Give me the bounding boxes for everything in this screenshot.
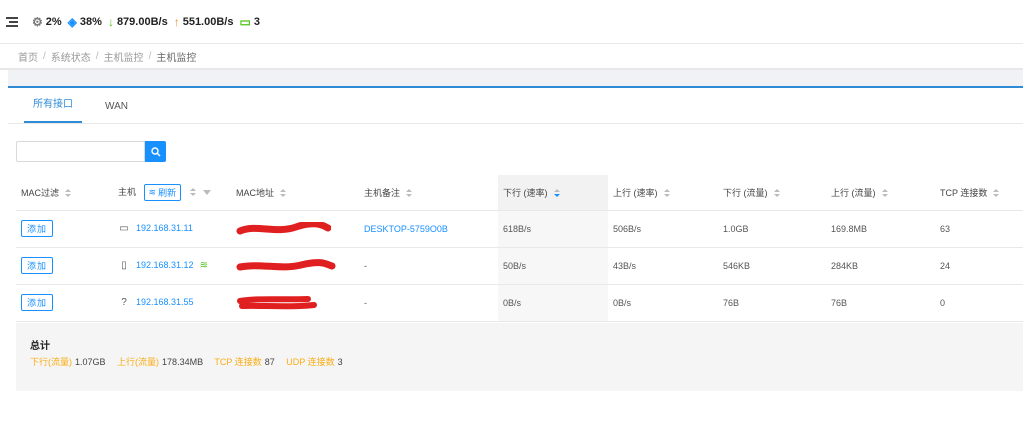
breadcrumb-system-status[interactable]: 系统状态 [51, 49, 91, 64]
table-header-row: MAC过滤 主机 ≋ 刷新 MAC地址 主机备注 下行 (速率) 上行 (速率) … [16, 175, 1023, 211]
sort-icon[interactable] [406, 189, 413, 198]
sort-icon[interactable] [993, 189, 1000, 198]
top-status-bar: ⚙ 2% ◈ 38% ↓ 879.00B/s ↑ 551.00B/s ▭ 3 [0, 0, 1023, 44]
arrow-up-icon: ↑ [173, 14, 180, 29]
desktop-icon: ▭ [119, 223, 129, 234]
search-icon [150, 146, 160, 156]
unknown-device-icon: ? [121, 297, 127, 308]
add-filter-button[interactable]: 添加 [21, 294, 54, 311]
table-row: 添加 ▭ 192.168.31.11 DESKTOP-5759O0B 618B/s… [16, 210, 1023, 248]
col-mac-filter[interactable]: MAC过滤 [16, 175, 113, 211]
wifi-icon: ≋ [148, 186, 157, 197]
summary-title: 总计 [30, 341, 50, 352]
total-up-value: 178.34MB [162, 357, 204, 367]
upload-value: 551.00B/s [182, 15, 234, 28]
sort-icon[interactable] [553, 189, 560, 198]
down-rate-cell: 618B/s [498, 210, 608, 248]
sort-icon[interactable] [280, 189, 286, 198]
add-filter-button[interactable]: 添加 [21, 220, 54, 237]
sort-icon[interactable] [881, 189, 888, 198]
cpu-stat: ⚙ 2% [32, 16, 62, 28]
host-note: - [359, 247, 498, 285]
col-host[interactable]: 主机 ≋ 刷新 [113, 175, 231, 211]
host-ip-link[interactable]: 192.168.31.55 [136, 297, 194, 307]
wifi-icon: ≋ [199, 260, 208, 271]
tcp-cell: 63 [935, 210, 1023, 248]
col-mac[interactable]: MAC地址 [231, 175, 359, 211]
total-down-label: 下行(流量) [30, 357, 72, 367]
interface-tabs: 所有接口 WAN [8, 88, 1023, 124]
memory-value: 38% [79, 15, 102, 28]
cpu-icon: ⚙ [32, 14, 43, 29]
redacted-mac [236, 221, 331, 234]
down-traffic-cell: 1.0GB [718, 210, 826, 248]
col-note[interactable]: 主机备注 [359, 175, 498, 211]
total-tcp-value: 87 [264, 357, 275, 367]
breadcrumb-host-monitor[interactable]: 主机监控 [104, 49, 144, 64]
up-traffic-cell: 284KB [826, 247, 935, 285]
redacted-mac [237, 295, 317, 309]
total-udp-value: 3 [337, 357, 343, 367]
tab-wan[interactable]: WAN [96, 101, 137, 123]
col-tcp[interactable]: TCP 连接数 [935, 175, 1023, 211]
total-down-value: 1.07GB [75, 357, 106, 367]
table-row: 添加 ▯ 192.168.31.12 ≋ - 50B/s 43B/s 546KB 2… [16, 247, 1023, 285]
devices-stat: ▭ 3 [239, 16, 259, 28]
totals-summary: 总计 下行(流量) 1.07GB 上行(流量) 178.34MB TCP 连接数 87… [16, 323, 1023, 391]
tcp-cell: 24 [935, 247, 1023, 285]
up-rate-cell: 43B/s [608, 247, 718, 285]
arrow-down-icon: ↓ [107, 14, 114, 29]
cpu-value: 2% [45, 15, 62, 28]
download-value: 879.00B/s [116, 15, 168, 28]
down-traffic-cell: 76B [718, 284, 826, 322]
host-note: - [359, 284, 498, 322]
tab-all-interfaces[interactable]: 所有接口 [24, 95, 82, 123]
breadcrumb-current: 主机监控 [156, 52, 197, 64]
search-input[interactable] [16, 141, 145, 162]
devices-value: 3 [253, 15, 260, 28]
sort-icon[interactable] [663, 189, 670, 198]
download-stat: ↓ 879.00B/s [108, 16, 168, 28]
up-rate-cell: 0B/s [608, 284, 718, 322]
up-rate-cell: 506B/s [608, 210, 718, 248]
host-ip-link[interactable]: 192.168.31.12 [136, 260, 194, 270]
breadcrumb: 首页 / 系统状态 / 主机监控 / 主机监控 [0, 44, 1023, 70]
menu-toggle-icon[interactable] [6, 16, 18, 27]
down-rate-cell: 0B/s [498, 284, 608, 322]
host-note-link[interactable]: DESKTOP-5759O0B [364, 224, 448, 234]
memory-icon: ◈ [67, 14, 77, 29]
host-table: MAC过滤 主机 ≋ 刷新 MAC地址 主机备注 下行 (速率) 上行 (速率) … [16, 175, 1023, 322]
col-down-traffic[interactable]: 下行 (流量) [718, 175, 826, 211]
table-row: 添加 ? 192.168.31.55 - 0B/s 0B/s 76B 76B 0 [16, 284, 1023, 322]
sort-icon[interactable] [65, 189, 71, 198]
filter-icon[interactable] [203, 189, 212, 195]
host-monitor-card: 所有接口 WAN MAC过滤 主机 ≋ 刷新 MAC地址 主机备注 下行 (速率… [8, 86, 1023, 422]
total-up-label: 上行(流量) [117, 357, 160, 367]
down-traffic-cell: 546KB [718, 247, 826, 285]
sort-icon[interactable] [773, 189, 780, 198]
col-up-traffic[interactable]: 上行 (流量) [826, 175, 935, 211]
monitor-icon: ▭ [239, 14, 251, 29]
search-button[interactable] [145, 141, 166, 162]
up-traffic-cell: 76B [826, 284, 935, 322]
upload-stat: ↑ 551.00B/s [174, 16, 234, 28]
host-ip-link[interactable]: 192.168.31.11 [136, 223, 193, 233]
redacted-mac [236, 258, 336, 270]
refresh-button[interactable]: ≋ 刷新 [143, 183, 182, 201]
search-bar [16, 141, 166, 162]
breadcrumb-home[interactable]: 首页 [18, 49, 38, 64]
phone-icon: ▯ [121, 260, 127, 271]
down-rate-cell: 50B/s [498, 247, 608, 285]
total-tcp-label: TCP 连接数 [214, 357, 262, 367]
add-filter-button[interactable]: 添加 [21, 257, 54, 274]
col-down-rate[interactable]: 下行 (速率) [498, 175, 608, 211]
col-up-rate[interactable]: 上行 (速率) [608, 175, 718, 211]
memory-stat: ◈ 38% [68, 16, 102, 28]
total-udp-label: UDP 连接数 [286, 357, 335, 367]
sort-icon[interactable] [189, 188, 196, 197]
up-traffic-cell: 169.8MB [826, 210, 935, 248]
tcp-cell: 0 [935, 284, 1023, 322]
